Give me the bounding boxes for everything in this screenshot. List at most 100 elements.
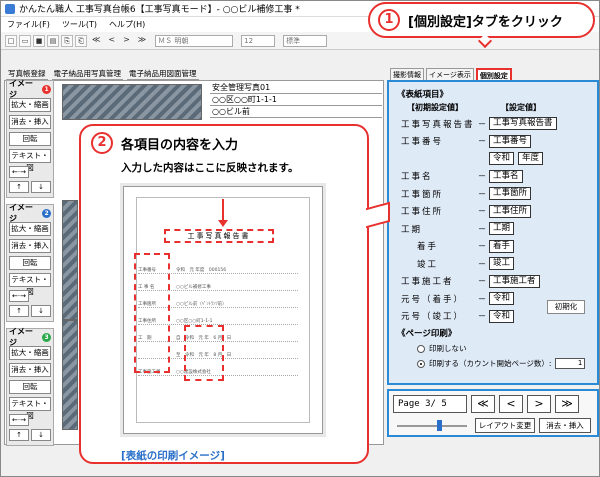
- app-icon: [5, 3, 15, 14]
- zoom-slider[interactable]: [397, 420, 467, 431]
- down-arrow-icon[interactable]: ↓: [31, 305, 51, 317]
- dash: －: [477, 312, 487, 323]
- font-select[interactable]: ＭＳ 明朝: [155, 34, 234, 47]
- pager: Page 3/ 5 ≪ < > ≫: [393, 395, 593, 413]
- callout-step-1: 1 [個別設定]タブをクリック: [368, 2, 595, 49]
- up-arrow-icon[interactable]: ↑: [9, 181, 29, 193]
- radio-selected-icon[interactable]: [417, 359, 425, 368]
- save-icon[interactable]: ■: [33, 34, 45, 47]
- print-icon[interactable]: ▤: [47, 34, 59, 47]
- start-page-input[interactable]: 1: [555, 358, 586, 369]
- badge-2: 2: [42, 208, 51, 218]
- reset-button[interactable]: 初期化: [547, 300, 585, 314]
- erase-insert-button[interactable]: 消去・挿入: [9, 115, 51, 129]
- row-label: 工事名: [401, 172, 433, 183]
- erase-insert-button[interactable]: 消去・挿入: [9, 363, 51, 377]
- left-right-icon[interactable]: ←·→: [9, 166, 29, 178]
- prev-page-button[interactable]: <: [499, 395, 523, 413]
- up-arrow-icon[interactable]: ↑: [9, 305, 29, 317]
- tab-drawing-management[interactable]: 電子納品用図面管理: [127, 68, 199, 80]
- left-right-icon[interactable]: ←·→: [9, 414, 29, 426]
- tool-group-header: イメージ 2: [9, 203, 51, 223]
- fiscal-year-field[interactable]: 年度: [518, 152, 544, 166]
- photo-location[interactable]: ○○ビル前: [210, 106, 382, 118]
- down-arrow-icon[interactable]: ↓: [31, 181, 51, 193]
- tool-column: イメージ 1 拡大・縮画 消去・挿入 回転 テキスト・図 ←·→ ↑ ↓ イメージ 2…: [6, 79, 54, 452]
- menu-help[interactable]: ヘルプ(H): [109, 19, 145, 30]
- paste-icon[interactable]: ⎗: [75, 34, 87, 47]
- new-icon[interactable]: □: [5, 34, 17, 47]
- text-figure-button[interactable]: テキスト・図: [9, 273, 51, 296]
- layout-change-button[interactable]: レイアウト変更: [475, 418, 535, 433]
- completion-era-field[interactable]: 令和: [489, 309, 515, 323]
- row-label: 工事写真報告書: [401, 119, 475, 130]
- radio-icon[interactable]: [417, 344, 425, 353]
- next-last-icon[interactable]: ≫: [135, 35, 149, 47]
- menu-file[interactable]: ファイル(F): [7, 19, 50, 30]
- rotate-button[interactable]: 回転: [9, 380, 51, 394]
- report-title-field[interactable]: 工事写真報告書: [489, 117, 557, 131]
- copy-icon[interactable]: ⎘: [61, 34, 73, 47]
- zoom-button[interactable]: 拡大・縮画: [9, 98, 51, 112]
- tool-group-header: イメージ 3: [9, 327, 51, 347]
- down-arrow-icon: [218, 199, 228, 227]
- rotate-button[interactable]: 回転: [9, 256, 51, 270]
- row-label: 竣工: [417, 259, 439, 270]
- step-number: 2: [91, 132, 113, 154]
- left-right-icon[interactable]: ←·→: [9, 290, 29, 302]
- photo-2[interactable]: [62, 200, 78, 320]
- zoom-button[interactable]: 拡大・縮画: [9, 222, 51, 236]
- period-field[interactable]: 工期: [489, 222, 515, 236]
- prev-first-icon[interactable]: ≪: [89, 35, 103, 47]
- up-arrow-icon[interactable]: ↑: [9, 429, 29, 441]
- photo-3[interactable]: [62, 320, 78, 430]
- open-icon[interactable]: ▭: [19, 34, 31, 47]
- text-figure-button[interactable]: テキスト・図: [9, 149, 51, 172]
- slider-thumb[interactable]: [437, 420, 442, 431]
- tool-group-header: イメージ 1: [9, 79, 51, 99]
- font-size-select[interactable]: 12: [241, 34, 276, 47]
- construction-address-field[interactable]: 工事住所: [489, 204, 532, 218]
- print-option[interactable]: 印刷する（カウント開始ページ数）: 1: [397, 358, 589, 369]
- tab-photo-management[interactable]: 電子納品用写真管理: [51, 68, 123, 80]
- construction-number-field[interactable]: 工事番号: [489, 134, 532, 148]
- first-page-button[interactable]: ≪: [471, 395, 495, 413]
- erase-insert-nav-button[interactable]: 消去・挿入: [539, 418, 591, 433]
- era-field[interactable]: 令和: [489, 152, 515, 166]
- settings-row: 工事名－工事名: [397, 168, 589, 186]
- photo-caption[interactable]: 安全管理写真01: [210, 82, 382, 94]
- tool-group-label: イメージ: [9, 79, 33, 99]
- column-headers: 【初期設定値】 【設定値】: [407, 102, 589, 113]
- row-label: 工事番号: [401, 137, 444, 148]
- down-arrow-icon[interactable]: ↓: [31, 429, 51, 441]
- next-icon[interactable]: >: [120, 35, 133, 47]
- dash: －: [477, 224, 487, 235]
- cover-print-preview: 工事写真報告書 工事番号 令和 元 年度 000156 工 事 名 ○○ビル補修工事…: [123, 186, 323, 434]
- row-label: 着手: [417, 242, 439, 253]
- start-field[interactable]: 着手: [489, 239, 515, 253]
- row-label: 工事箇所: [401, 189, 444, 200]
- rotate-button[interactable]: 回転: [9, 132, 51, 146]
- photo-1[interactable]: [62, 84, 202, 120]
- no-print-option[interactable]: 印刷しない: [397, 343, 589, 354]
- erase-insert-button[interactable]: 消去・挿入: [9, 239, 51, 253]
- preview-line-value: 令和 元 年度 000156: [176, 268, 227, 273]
- last-page-button[interactable]: ≫: [555, 395, 579, 413]
- text-figure-button[interactable]: テキスト・図: [9, 397, 51, 420]
- photo-address[interactable]: ○○区○○町1-1-1: [210, 94, 382, 106]
- next-page-button[interactable]: >: [527, 395, 551, 413]
- menu-tools[interactable]: ツール(T): [62, 19, 97, 30]
- dash: －: [477, 259, 487, 270]
- font-style-select[interactable]: 標準: [283, 34, 328, 47]
- start-era-field[interactable]: 令和: [489, 292, 515, 306]
- contractor-field[interactable]: 工事施工者: [489, 274, 540, 288]
- construction-name-field[interactable]: 工事名: [489, 169, 523, 183]
- row-label: 工期: [401, 224, 423, 235]
- prev-icon[interactable]: <: [105, 35, 118, 47]
- tool-group-3: イメージ 3 拡大・縮画 消去・挿入 回転 テキスト・図 ←·→ ↑ ↓: [6, 327, 54, 446]
- construction-site-field[interactable]: 工事箇所: [489, 187, 532, 201]
- completion-field[interactable]: 竣工: [489, 257, 515, 271]
- settings-row: 工期－工期: [397, 220, 589, 238]
- zoom-button[interactable]: 拡大・縮画: [9, 346, 51, 360]
- preview-line-value: ○○ビル補修工事: [176, 285, 211, 290]
